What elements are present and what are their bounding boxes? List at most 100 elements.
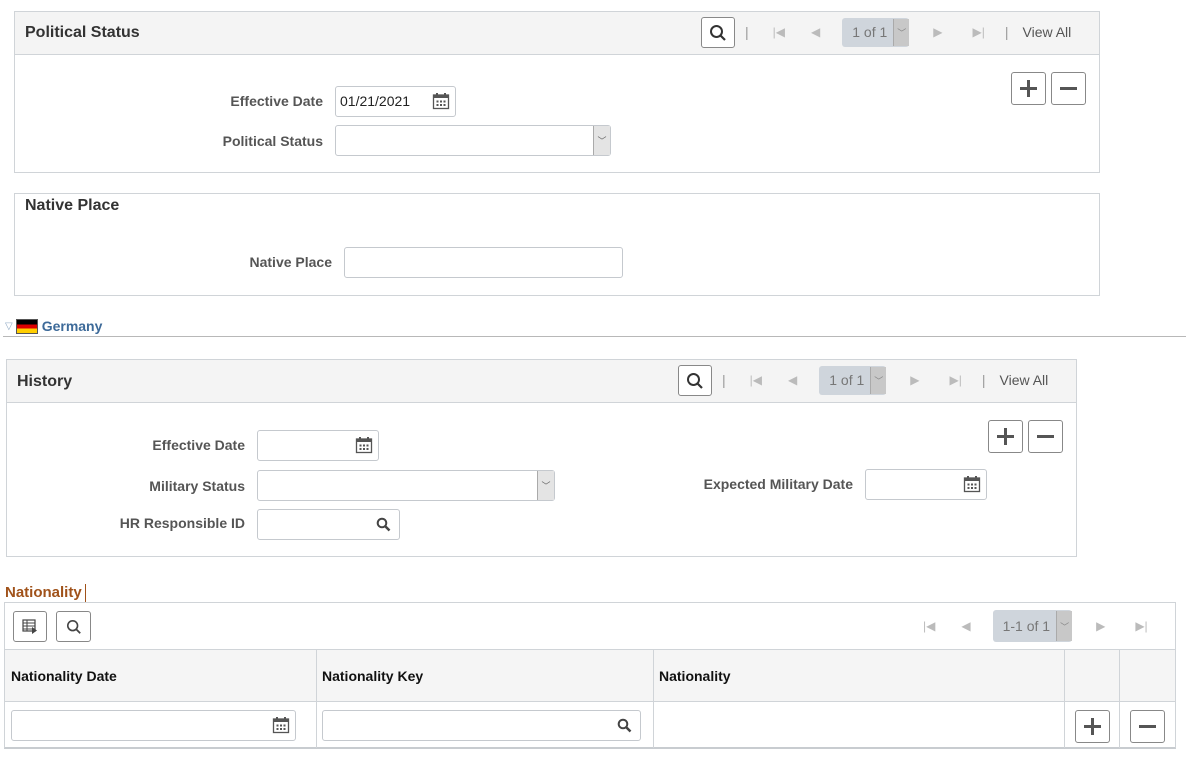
previous-page-button[interactable]: ◀ <box>811 25 820 39</box>
view-all-link[interactable]: View All <box>1000 372 1049 388</box>
last-page-button[interactable]: ▶| <box>1135 619 1147 633</box>
collapse-triangle-icon[interactable]: ▽ <box>5 321 13 332</box>
native-place-panel: Native Place Native Place <box>14 193 1100 296</box>
chevron-down-icon: ﹀ <box>537 471 554 500</box>
page-label: 1-1 of 1 <box>1002 618 1051 634</box>
column-divider <box>653 650 654 702</box>
column-header-nationality-key[interactable]: Nationality Key <box>322 668 423 684</box>
nationality-grid-title: Nationality <box>5 584 86 602</box>
calendar-icon[interactable] <box>355 436 373 454</box>
divider: | <box>981 372 986 388</box>
effective-date-value: 01/21/2021 <box>340 93 411 109</box>
country-label[interactable]: Germany <box>42 318 103 334</box>
add-row-button[interactable] <box>1075 710 1110 743</box>
grid-personalize-icon <box>22 618 37 634</box>
calendar-icon[interactable] <box>272 716 290 734</box>
find-button[interactable] <box>678 365 712 396</box>
personalize-grid-button[interactable] <box>13 611 47 642</box>
next-page-button[interactable]: ▶ <box>933 25 942 39</box>
nationality-date-field[interactable] <box>11 710 296 741</box>
native-place-label: Native Place <box>249 254 333 270</box>
lookup-search-icon[interactable] <box>376 517 391 532</box>
delete-row-button[interactable] <box>1051 72 1086 105</box>
first-page-button[interactable]: |◀ <box>750 373 762 387</box>
next-page-button[interactable]: ▶ <box>910 373 919 387</box>
panel-title: History <box>17 373 73 390</box>
effective-date-field[interactable] <box>257 430 379 461</box>
find-button[interactable] <box>701 17 735 48</box>
section-divider <box>3 336 1186 337</box>
nationality-grid: |◀ ◀ 1-1 of 1 ﹀ ▶ ▶| Nationality Date Na… <box>4 602 1176 749</box>
last-page-button[interactable]: ▶| <box>973 25 985 39</box>
row-navigation: | |◀ ◀ 1 of 1 ﹀ ▶ ▶| | View All <box>722 365 1048 395</box>
calendar-icon[interactable] <box>963 475 981 493</box>
previous-page-button[interactable]: ◀ <box>961 619 970 633</box>
page-selector[interactable]: 1-1 of 1 ﹀ <box>992 610 1073 642</box>
nationality-key-input[interactable] <box>322 710 641 741</box>
chevron-down-icon: ﹀ <box>593 126 610 155</box>
calendar-icon[interactable] <box>432 92 450 110</box>
find-in-grid-button[interactable] <box>56 611 91 642</box>
panel-title: Native Place <box>25 197 120 214</box>
plus-icon-vertical <box>1027 80 1030 97</box>
grid-header-row: Nationality Date Nationality Key Nationa… <box>5 649 1175 702</box>
political-status-panel: Political Status | |◀ ◀ 1 of 1 ﹀ ▶ ▶| | … <box>14 11 1100 173</box>
germany-flag-icon <box>15 318 38 334</box>
column-divider <box>1119 702 1120 748</box>
chevron-down-icon: ﹀ <box>870 366 887 394</box>
grid-pagination: |◀ ◀ 1-1 of 1 ﹀ ▶ ▶| <box>923 610 1148 642</box>
grid-title-text: Nationality <box>5 584 82 601</box>
column-divider <box>1064 650 1065 702</box>
delete-row-button[interactable] <box>1130 710 1165 743</box>
hr-responsible-id-label: HR Responsible ID <box>119 515 245 531</box>
view-all-link[interactable]: View All <box>1023 24 1072 40</box>
add-row-button[interactable] <box>1011 72 1046 105</box>
divider: | <box>745 24 749 40</box>
first-page-button[interactable]: |◀ <box>923 619 935 633</box>
plus-icon-vertical <box>1004 428 1007 445</box>
effective-date-field[interactable]: 01/21/2021 <box>335 86 456 117</box>
expected-military-date-field[interactable] <box>865 469 987 500</box>
search-icon <box>687 372 703 389</box>
effective-date-label: Effective Date <box>230 93 323 109</box>
divider: | <box>1004 24 1009 40</box>
page-label: 1 of 1 <box>852 24 888 40</box>
political-status-label: Political Status <box>222 133 323 149</box>
column-header-nationality[interactable]: Nationality <box>659 668 731 684</box>
page-selector[interactable]: 1 of 1 ﹀ <box>842 17 910 47</box>
military-status-select[interactable]: ﹀ <box>257 470 555 501</box>
search-icon <box>66 619 81 634</box>
row-navigation: | |◀ ◀ 1 of 1 ﹀ ▶ ▶| | View All <box>745 17 1071 47</box>
column-header-nationality-date[interactable]: Nationality Date <box>11 668 117 684</box>
panel-title: Political Status <box>25 24 140 41</box>
column-divider <box>1064 702 1065 748</box>
search-icon <box>710 24 726 41</box>
chevron-down-icon: ﹀ <box>893 18 910 46</box>
page-label: 1 of 1 <box>829 372 865 388</box>
plus-icon-vertical <box>1091 718 1094 735</box>
delete-row-button[interactable] <box>1028 420 1063 453</box>
previous-page-button[interactable]: ◀ <box>788 373 797 387</box>
country-section-header[interactable]: ▽ Germany <box>5 316 102 336</box>
table-row <box>5 702 1175 748</box>
chevron-down-icon: ﹀ <box>1056 611 1073 641</box>
page-selector[interactable]: 1 of 1 ﹀ <box>819 365 887 395</box>
last-page-button[interactable]: ▶| <box>950 373 962 387</box>
next-page-button[interactable]: ▶ <box>1096 619 1105 633</box>
add-row-button[interactable] <box>988 420 1023 453</box>
native-place-input[interactable] <box>344 247 623 278</box>
first-page-button[interactable]: |◀ <box>773 25 785 39</box>
political-status-select[interactable]: ﹀ <box>335 125 611 156</box>
minus-icon <box>1060 87 1077 90</box>
lookup-search-icon[interactable] <box>617 718 632 733</box>
column-divider <box>653 702 654 748</box>
history-panel: History | |◀ ◀ 1 of 1 ﹀ ▶ ▶| | View All … <box>6 359 1077 557</box>
hr-responsible-id-input[interactable] <box>257 509 400 540</box>
effective-date-label: Effective Date <box>152 437 245 453</box>
minus-icon <box>1139 725 1156 728</box>
divider: | <box>722 372 726 388</box>
minus-icon <box>1037 435 1054 438</box>
expected-military-date-label: Expected Military Date <box>703 476 853 492</box>
column-divider <box>316 650 317 702</box>
military-status-label: Military Status <box>149 478 245 494</box>
